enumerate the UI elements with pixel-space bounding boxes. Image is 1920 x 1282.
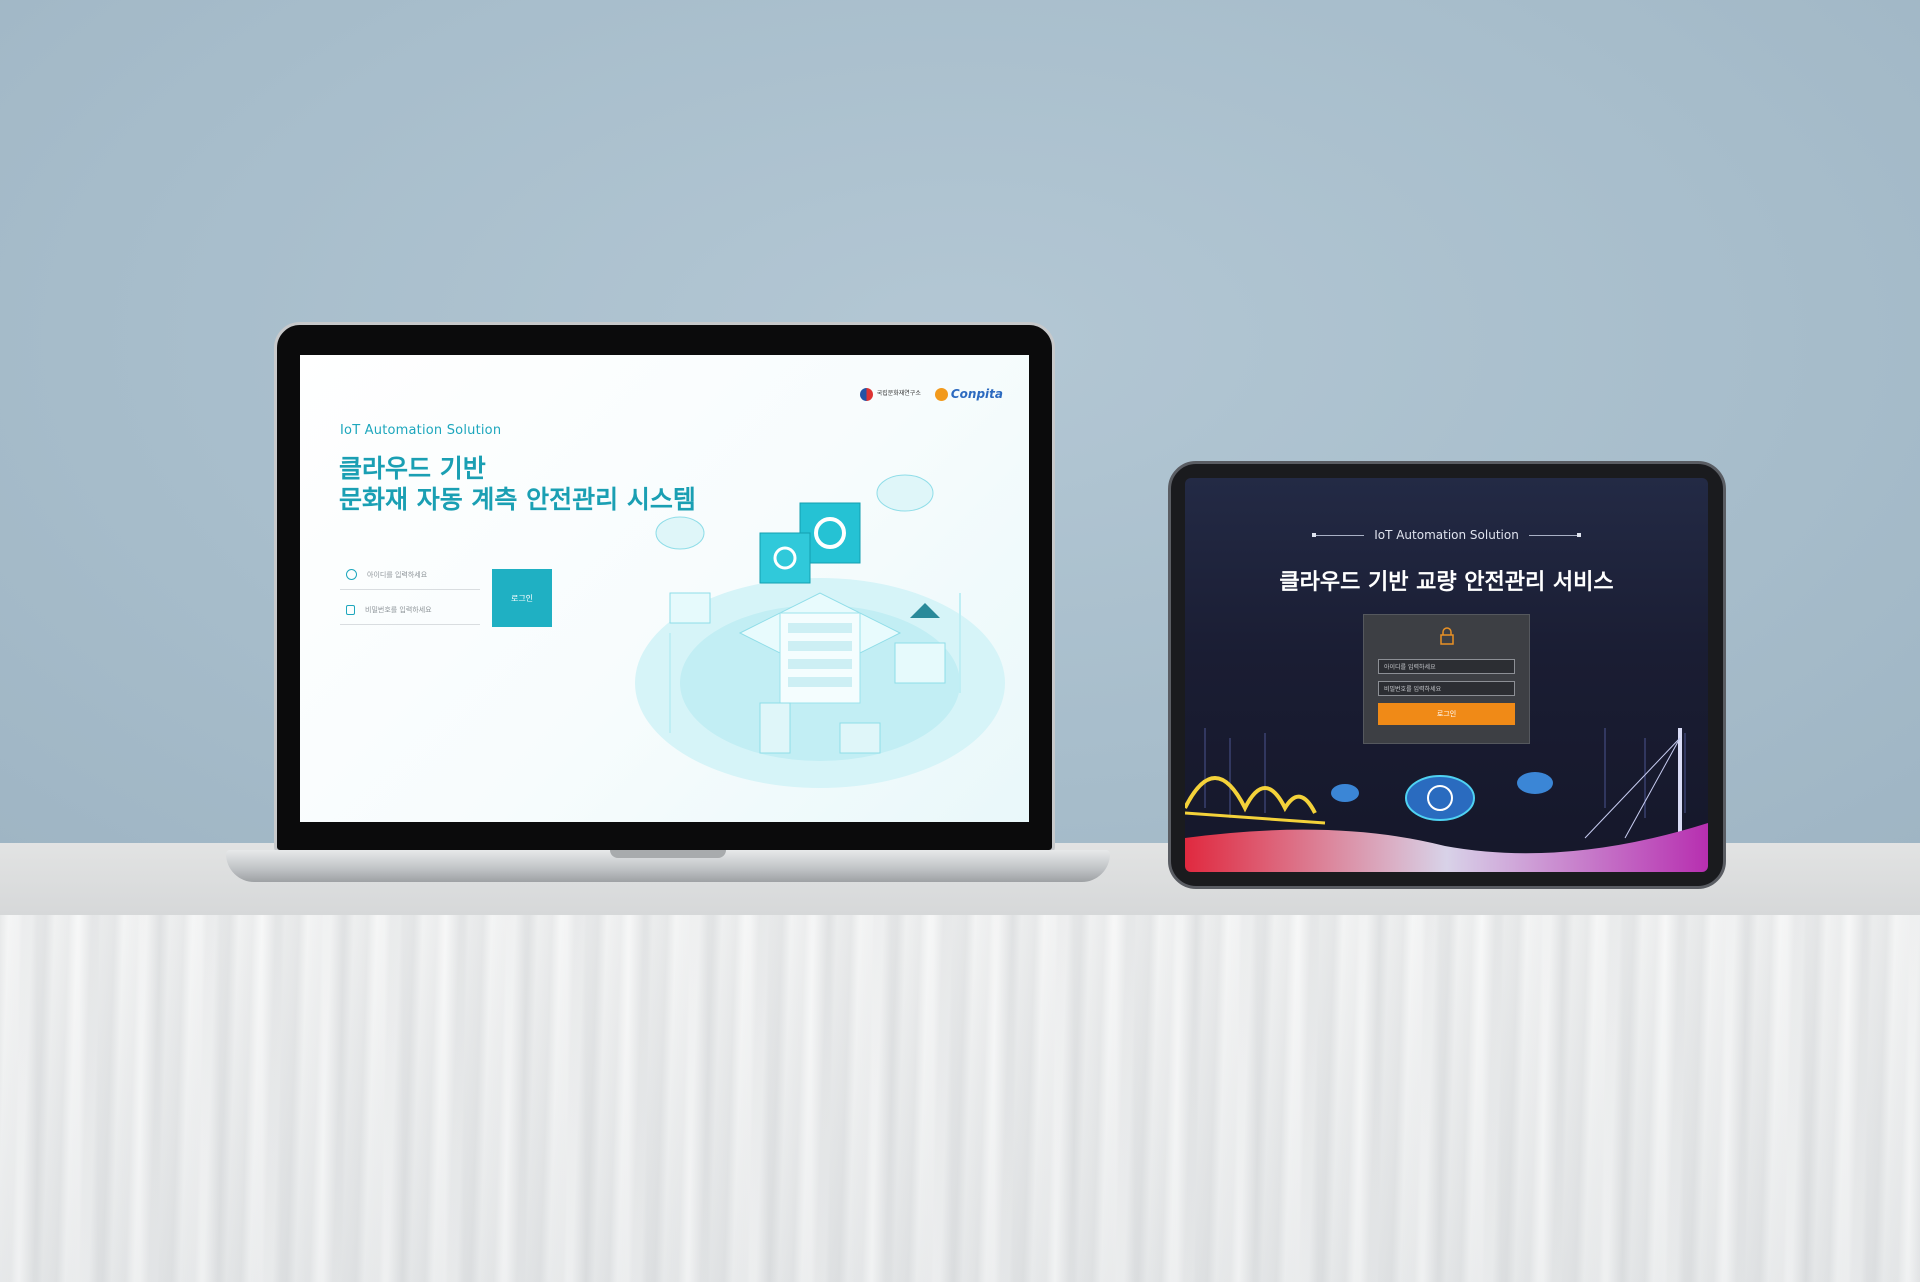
conpita-brand: Conpita [950,387,1003,401]
password-placeholder: 비밀번호를 입력하세요 [365,605,432,614]
password-field[interactable]: 비밀번호를 입력하세요 [340,595,480,625]
conpita-logo: Conpita [934,387,1003,401]
lock-icon [1440,627,1454,645]
user-icon [346,569,357,580]
laptop-screen: 국립문화재연구소 Conpita IoT Automation Solution… [300,355,1029,822]
id-field[interactable]: 아이디를 입력하세요 [340,560,480,590]
page-subtitle: IoT Automation Solution [340,423,502,438]
nrich-logo: 국립문화재연구소 [859,387,921,401]
header-logos: 국립문화재연구소 Conpita [859,387,1003,401]
nrich-logo-text: 국립문화재연구소 [877,390,921,397]
tablet-login-button[interactable]: 로그인 [1378,703,1515,725]
taegeuk-icon [859,387,873,401]
nrich-org-name: 국립문화재연구소 [876,390,921,398]
tablet-subtitle-row: IoT Automation Solution [1185,528,1708,542]
id-placeholder: 아이디를 입력하세요 [367,570,428,579]
lock-icon [346,604,355,615]
tablet-id-input[interactable]: 아이디를 입력하세요 [1378,659,1515,674]
tablet-subtitle: IoT Automation Solution [1374,528,1519,542]
isometric-server-illustration [635,474,1005,788]
login-button[interactable]: 로그인 [492,569,552,627]
subtitle-line-right [1528,532,1581,537]
marble-table-front [0,915,1920,1282]
laptop-notch [610,850,726,858]
conpita-mark-icon [934,387,948,401]
subtitle-line-left [1312,532,1365,537]
tablet-password-input[interactable]: 비밀번호를 입력하세요 [1378,681,1515,696]
tablet-login-box: 아이디를 입력하세요 비밀번호를 입력하세요 로그인 [1363,614,1530,744]
tablet-screen: IoT Automation Solution 클라우드 기반 교량 안전관리 … [1185,478,1708,872]
tablet-title: 클라우드 기반 교량 안전관리 서비스 [1279,570,1614,595]
bridge-cityscape-illustration [1185,728,1708,872]
